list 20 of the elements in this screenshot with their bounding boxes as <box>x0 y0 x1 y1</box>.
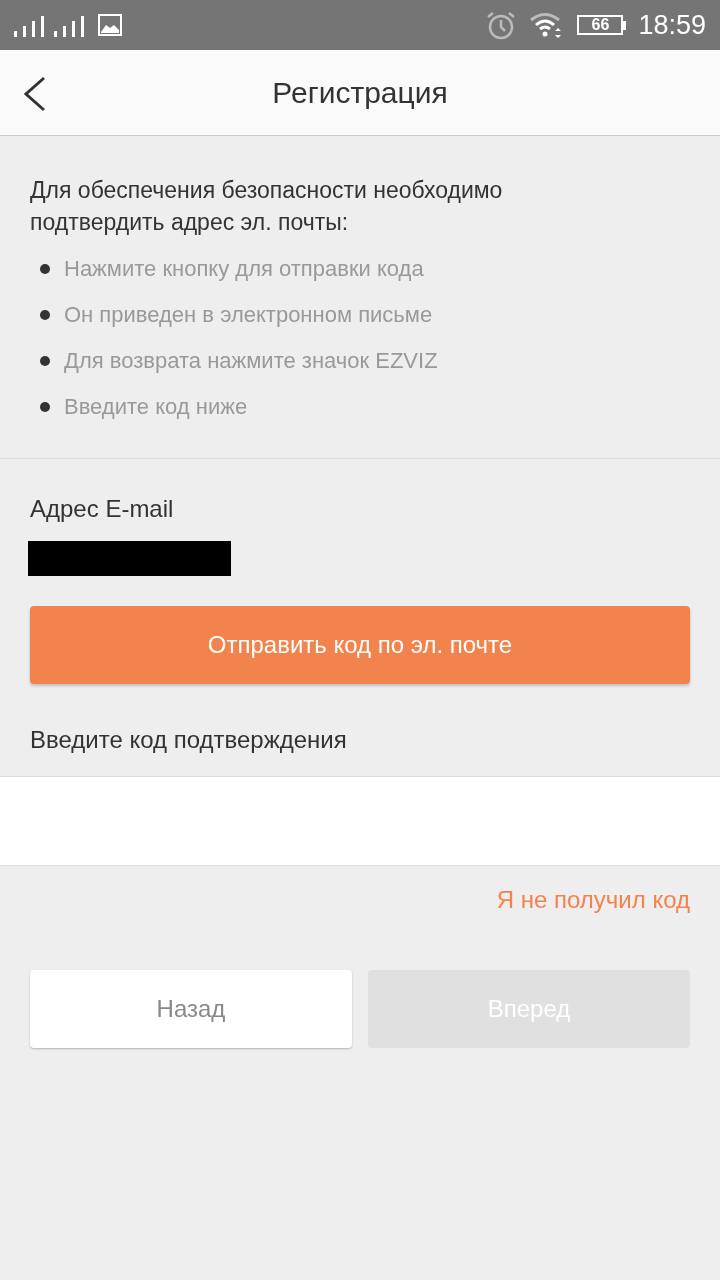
bullet-icon <box>40 310 50 320</box>
back-button[interactable]: Назад <box>30 970 352 1048</box>
image-icon <box>98 14 122 36</box>
email-label: Адрес E-mail <box>29 494 175 523</box>
send-code-button[interactable]: Отправить код по эл. почте <box>30 606 690 684</box>
bullet-icon <box>40 356 50 366</box>
no-code-link[interactable]: Я не получил код <box>496 886 690 914</box>
battery-icon: 66 <box>577 15 627 35</box>
signal-icon <box>14 13 86 37</box>
step-text: Для возврата нажмите значок EZVIZ <box>64 348 438 374</box>
code-label: Введите код подтверждения <box>29 725 348 755</box>
bullet-icon <box>40 402 50 412</box>
bullet-icon <box>40 264 50 274</box>
clock-time: 18:59 <box>638 9 706 41</box>
intro-text: Для обеспечения безопасности необходимо подтвердить адрес эл. почты: <box>30 176 504 237</box>
step-text: Введите код ниже <box>64 394 248 420</box>
page-title: Регистрация <box>272 75 448 110</box>
code-input-field[interactable] <box>0 776 720 866</box>
step-text: Нажмите кнопку для отправки кода <box>64 256 424 282</box>
step-text: Он приведен в электронном письме <box>64 302 433 328</box>
